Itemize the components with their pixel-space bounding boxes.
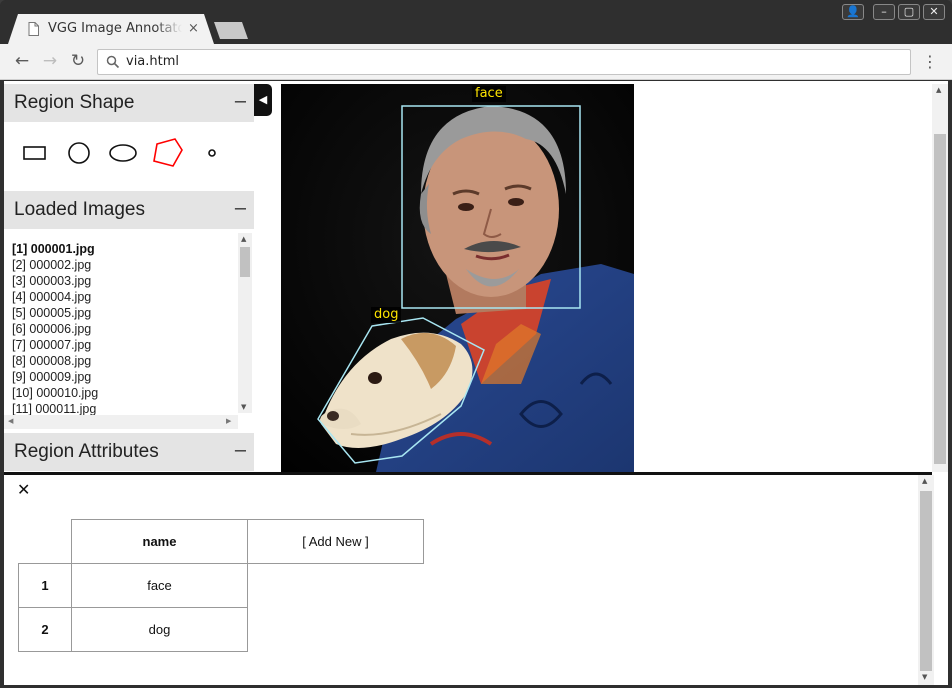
image-list-horizontal-scrollbar[interactable]: ◀ ▶ (4, 415, 238, 429)
scroll-up-icon[interactable]: ▲ (922, 477, 927, 485)
left-panel: Region Shape – Loaded Images – [1] 00000… (4, 84, 254, 472)
url-text: via.html (126, 54, 180, 69)
image-list: [1] 000001.jpg [2] 000002.jpg [3] 000003… (12, 241, 236, 417)
region-shape-list (4, 122, 254, 188)
region-label-dog: dog (371, 307, 402, 323)
point-icon[interactable] (195, 136, 229, 170)
close-icon[interactable]: ✕ (17, 480, 30, 499)
column-header-name[interactable]: name (71, 519, 248, 564)
minimize-button[interactable]: – (873, 4, 895, 20)
polygon-icon[interactable] (151, 136, 185, 170)
document-icon (28, 22, 39, 36)
ellipse-icon[interactable] (106, 136, 140, 170)
region-shape-header[interactable]: Region Shape – (4, 84, 254, 122)
image-list-item[interactable]: [7] 000007.jpg (12, 337, 236, 353)
empty-cell (248, 608, 424, 652)
tab-via[interactable]: VGG Image Annotator × (8, 14, 214, 44)
scroll-left-icon[interactable]: ◀ (8, 417, 13, 425)
tab-strip: VGG Image Annotator × 👤 – ▢ ✕ (0, 0, 952, 44)
scrollbar-thumb[interactable] (934, 134, 946, 464)
annotated-photo (281, 84, 634, 472)
region-attributes-header[interactable]: Region Attributes – (4, 433, 254, 471)
region-attributes-title: Region Attributes (14, 441, 159, 462)
image-list-item[interactable]: [5] 000005.jpg (12, 305, 236, 321)
attribute-value-cell[interactable]: dog (71, 607, 248, 652)
new-tab-button[interactable] (214, 22, 248, 39)
page-content: Region Shape – Loaded Images – [1] 00000… (4, 81, 948, 685)
image-list-item[interactable]: [2] 000002.jpg (12, 257, 236, 273)
image-list-item[interactable]: [6] 000006.jpg (12, 321, 236, 337)
scrollbar-thumb[interactable] (240, 247, 250, 277)
add-new-attribute-button[interactable]: [ Add New ] (247, 519, 424, 564)
loaded-images-title: Loaded Images (14, 199, 145, 220)
menu-icon[interactable]: ⋮ (922, 52, 938, 72)
row-number: 1 (18, 563, 72, 608)
image-canvas[interactable]: face dog (281, 84, 634, 472)
browser-toolbar: ← → ↻ via.html ⋮ (0, 44, 952, 80)
collapse-panel-arrow-icon[interactable]: ◀ (254, 84, 272, 116)
attribute-editor: ✕ name [ Add New ] 1 face 2 dog ▲ ▼ (4, 475, 948, 685)
region-label-face: face (472, 86, 506, 102)
maximize-button[interactable]: ▢ (898, 4, 920, 20)
image-list-item[interactable]: [9] 000009.jpg (12, 369, 236, 385)
image-list-item[interactable]: [8] 000008.jpg (12, 353, 236, 369)
attribute-value-cell[interactable]: face (71, 563, 248, 608)
table-header-row: name [ Add New ] (18, 519, 424, 564)
canvas-vertical-scrollbar[interactable]: ▲ (932, 84, 948, 472)
back-icon[interactable]: ← (11, 50, 33, 72)
attribute-editor-vertical-scrollbar[interactable]: ▲ ▼ (918, 475, 934, 685)
image-list-vertical-scrollbar[interactable]: ▲ ▼ (238, 233, 252, 413)
table-row: 1 face (18, 563, 424, 608)
table-corner (18, 519, 72, 564)
reload-icon[interactable]: ↻ (67, 50, 89, 72)
image-list-container: [1] 000001.jpg [2] 000002.jpg [3] 000003… (4, 229, 254, 429)
address-bar[interactable]: via.html (97, 49, 911, 75)
profile-icon[interactable]: 👤 (842, 4, 864, 20)
image-list-item[interactable]: [3] 000003.jpg (12, 273, 236, 289)
search-icon (106, 55, 120, 69)
loaded-images-header[interactable]: Loaded Images – (4, 191, 254, 229)
rectangle-icon[interactable] (18, 136, 52, 170)
table-row: 2 dog (18, 607, 424, 652)
image-list-item[interactable]: [1] 000001.jpg (12, 241, 236, 257)
browser-window: VGG Image Annotator × 👤 – ▢ ✕ ← → ↻ via.… (0, 0, 952, 688)
scrollbar-thumb[interactable] (920, 491, 932, 671)
scroll-down-icon[interactable]: ▼ (241, 403, 246, 411)
image-list-item[interactable]: [4] 000004.jpg (12, 289, 236, 305)
empty-cell (248, 564, 424, 608)
region-shape-title: Region Shape (14, 92, 135, 113)
close-window-button[interactable]: ✕ (923, 4, 945, 20)
image-list-item[interactable]: [10] 000010.jpg (12, 385, 236, 401)
row-number: 2 (18, 607, 72, 652)
scroll-right-icon[interactable]: ▶ (226, 417, 231, 425)
scroll-up-icon[interactable]: ▲ (241, 235, 246, 243)
collapse-icon[interactable]: – (235, 439, 246, 462)
scroll-up-icon[interactable]: ▲ (936, 86, 941, 94)
tab-title: VGG Image Annotator (48, 21, 182, 36)
scroll-down-icon[interactable]: ▼ (922, 673, 927, 681)
collapse-icon[interactable]: – (235, 197, 246, 220)
attribute-table: name [ Add New ] 1 face 2 dog (18, 519, 424, 652)
collapse-icon[interactable]: – (235, 90, 246, 113)
circle-icon[interactable] (62, 136, 96, 170)
tab-close-icon[interactable]: × (188, 21, 199, 36)
forward-icon[interactable]: → (39, 50, 61, 72)
